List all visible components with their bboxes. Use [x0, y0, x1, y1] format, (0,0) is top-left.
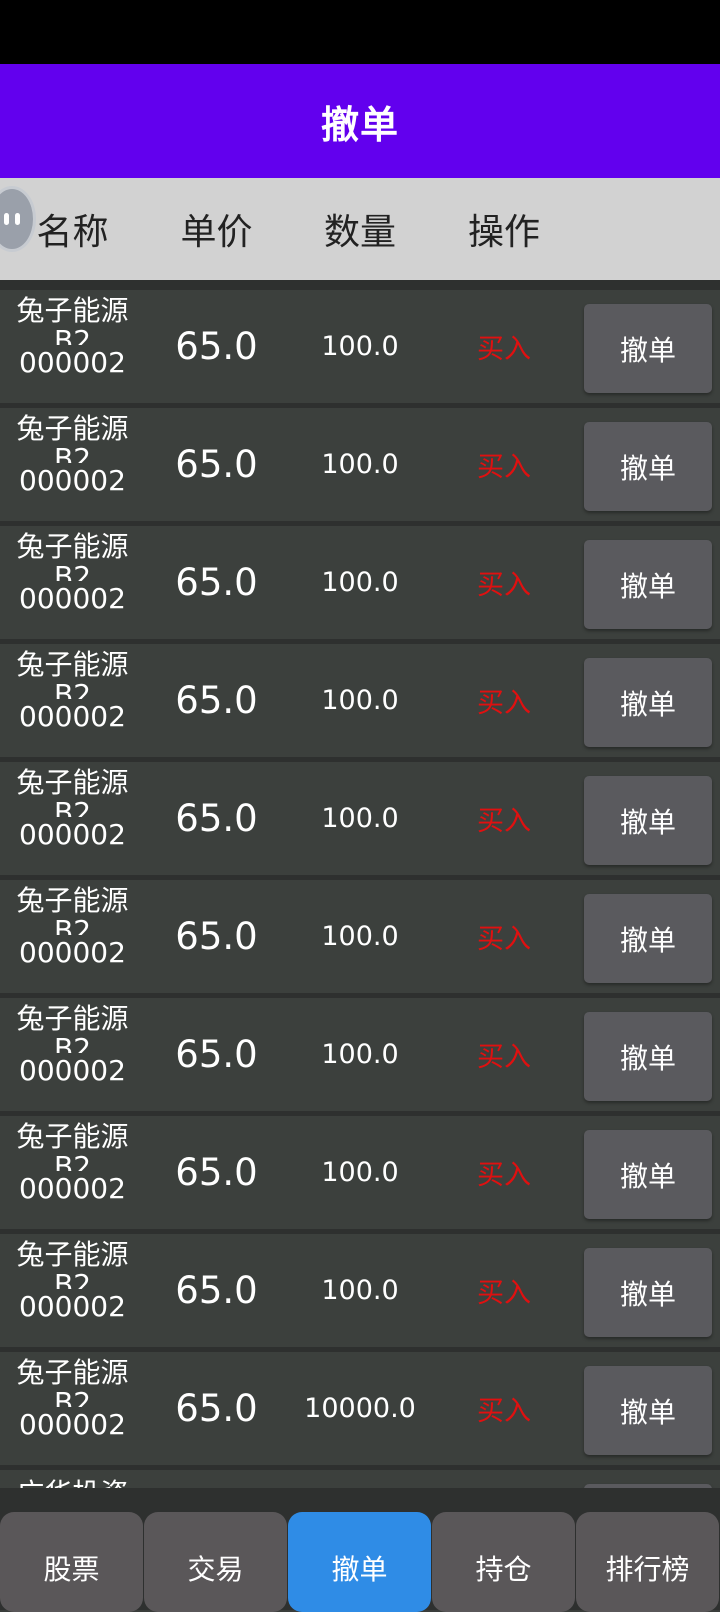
- stock-name: 兔子能源 B2 000002: [16, 530, 129, 615]
- table-header: 名称 单价 数量 操作: [0, 178, 720, 280]
- stock-name: 兔子能源 B2 000002: [16, 294, 129, 379]
- order-side: 买入: [477, 688, 531, 719]
- cancel-order-button[interactable]: 撤单: [584, 1012, 712, 1101]
- tab-positions[interactable]: 持仓: [432, 1512, 575, 1612]
- cancel-order-button[interactable]: 撤单: [584, 1366, 712, 1455]
- order-quantity: 100.0: [321, 1157, 399, 1188]
- order-price: 65.0: [175, 797, 258, 840]
- order-list[interactable]: 兔子能源 B2 000002 65.0 100.0 买入 撤单 兔子能源 B2 …: [0, 280, 720, 1488]
- order-row: 兔子能源 B2 000002 65.0 100.0 买入 撤单: [0, 408, 720, 521]
- order-price: 65.0: [175, 1151, 258, 1194]
- order-side: 买入: [477, 334, 531, 365]
- order-quantity: 100.0: [321, 1275, 399, 1306]
- order-quantity: 100.0: [321, 567, 399, 598]
- cancel-order-button[interactable]: 撤单: [584, 658, 712, 747]
- order-side: 买入: [477, 452, 531, 483]
- stock-name: 兔子能源 B2 000002: [16, 1120, 129, 1205]
- order-row: 兔子能源 B2 000002 65.0 100.0 买入 撤单: [0, 1116, 720, 1229]
- order-row: 兔子能源 B2 000002 65.0 100.0 买入 撤单: [0, 290, 720, 403]
- order-quantity: 10000.0: [304, 1393, 416, 1424]
- cancel-order-button[interactable]: 撤单: [584, 1248, 712, 1337]
- order-side: 买入: [477, 1396, 531, 1427]
- stock-name: 兔子能源 B2 000002: [16, 1002, 129, 1087]
- order-row: 兔子能源 B2 000002 65.0 100.0 买入 撤单: [0, 998, 720, 1111]
- cancel-order-button[interactable]: 撤单: [584, 776, 712, 865]
- order-quantity: 100.0: [321, 803, 399, 834]
- order-row: 兔子能源 B2 000002 65.0 100.0 买入 撤单: [0, 644, 720, 757]
- order-price: 65.0: [175, 443, 258, 486]
- cancel-order-button[interactable]: 撤单: [584, 1130, 712, 1219]
- order-row: 兔子能源 B2 000002 65.0 100.0 买入 撤单: [0, 526, 720, 639]
- tab-leaderboard[interactable]: 排行榜: [576, 1512, 719, 1612]
- tab-cancel-orders[interactable]: 撤单: [288, 1512, 431, 1612]
- order-side: 买入: [477, 1278, 531, 1309]
- cancel-order-button[interactable]: 撤单: [584, 422, 712, 511]
- stock-name: 广华投资: [0, 1470, 145, 1488]
- header-price: 单价: [180, 212, 253, 253]
- cancel-order-button[interactable]: 撤单: [584, 894, 712, 983]
- stock-name: 兔子能源 B2 000002: [16, 766, 129, 851]
- bottom-nav: 股票 交易 撤单 持仓 排行榜: [0, 1488, 720, 1612]
- order-price: 65.0: [175, 1269, 258, 1312]
- stock-name: 兔子能源 B2 000002: [16, 884, 129, 969]
- order-price: 65.0: [175, 679, 258, 722]
- tab-trade[interactable]: 交易: [144, 1512, 287, 1612]
- stock-name: 兔子能源 B2 000002: [16, 648, 129, 733]
- cancel-order-button[interactable]: 撤单: [584, 540, 712, 629]
- page-title: 撤单: [320, 102, 399, 147]
- order-price: 65.0: [175, 915, 258, 958]
- header-quantity: 数量: [323, 212, 396, 253]
- order-side: 买入: [477, 1160, 531, 1191]
- order-row: 兔子能源 B2 000002 65.0 10000.0 买入 撤单: [0, 1352, 720, 1465]
- tab-stocks[interactable]: 股票: [0, 1512, 143, 1612]
- cancel-order-button[interactable]: 撤单: [584, 304, 712, 393]
- order-quantity: 100.0: [321, 921, 399, 952]
- order-price: 65.0: [175, 561, 258, 604]
- order-side: 买入: [477, 570, 531, 601]
- order-row: 兔子能源 B2 000002 65.0 100.0 买入 撤单: [0, 880, 720, 993]
- stock-name: 兔子能源 B2 000002: [16, 1238, 129, 1323]
- order-price: 65.0: [175, 1387, 258, 1430]
- order-quantity: 100.0: [321, 1039, 399, 1070]
- order-side: 买入: [477, 806, 531, 837]
- order-price: 65.0: [175, 1033, 258, 1076]
- order-side: 买入: [477, 1042, 531, 1073]
- order-row: 兔子能源 B2 000002 65.0 100.0 买入 撤单: [0, 1234, 720, 1347]
- order-quantity: 100.0: [321, 331, 399, 362]
- stock-name: 兔子能源 B2 000002: [16, 1356, 129, 1441]
- status-bar: [0, 0, 720, 64]
- stock-name: 兔子能源 B2 000002: [16, 412, 129, 497]
- order-side: 买入: [477, 924, 531, 955]
- order-quantity: 100.0: [321, 449, 399, 480]
- order-quantity: 100.0: [321, 685, 399, 716]
- order-price: 65.0: [175, 325, 258, 368]
- order-row: 兔子能源 B2 000002 65.0 100.0 买入 撤单: [0, 762, 720, 875]
- order-row: 广华投资: [0, 1470, 720, 1488]
- app-bar: 撤单: [0, 64, 720, 178]
- header-action: 操作: [467, 212, 540, 253]
